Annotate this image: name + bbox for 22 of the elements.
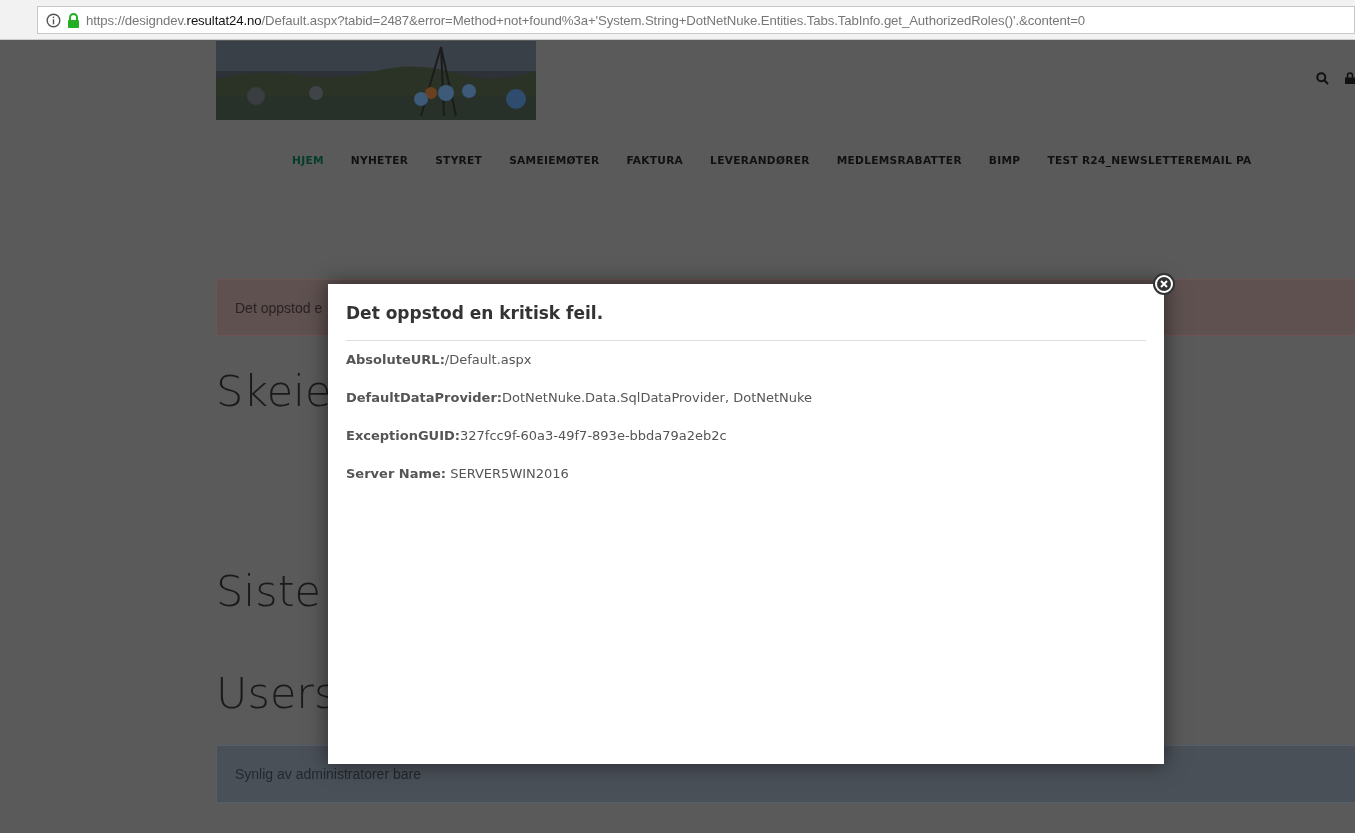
detail-text: Server Name: SERVER5WIN2016 <box>346 465 570 483</box>
lock-icon[interactable] <box>1345 72 1355 84</box>
nav-link[interactable]: TEST R24_NEWSLETTEREMAIL PA <box>1047 154 1252 166</box>
nav-link[interactable]: BIMP <box>988 154 1021 166</box>
section-heading: Skeie <box>216 370 332 413</box>
nav-link[interactable]: SAMEIEMØTER <box>509 154 600 166</box>
nav-link[interactable]: HJEM <box>292 154 324 166</box>
nav-link[interactable]: MEDLEMSRABATTER <box>836 154 962 166</box>
address-field[interactable]: https://designdev.resultat24.no/Default.aspx?tabid=2487&error=Method+not+found%3a+'System.String+DotNetNuke.Entities.Tabs.TabInfo.get_AuthorizedRoles()'.&content=0 <box>37 6 1355 34</box>
detail-text: ExceptionGUID:327fcc9f-60a3-49f7-893e-bbda79a2eb2c <box>346 427 728 445</box>
dialog-title: Det oppstod en kritisk feil. <box>346 303 1146 341</box>
info-icon[interactable] <box>46 12 61 28</box>
close-icon[interactable] <box>1153 273 1175 295</box>
detail-text: DefaultDataProvider:DotNetNuke.Data.SqlDataProvider, DotNetNuke <box>346 389 814 407</box>
search-icon[interactable] <box>1316 72 1329 85</box>
url-text: https://designdev.resultat24.no/Default.aspx?tabid=2487&error=Method+not+found%3a+'System.String+DotNetNuke.Entities.Tabs.TabInfo.get_AuthorizedRoles()'.&content=0 <box>86 12 1086 28</box>
section-heading: Siste <box>216 570 321 613</box>
nav-link[interactable]: FAKTURA <box>626 154 684 166</box>
detail-text: AbsoluteURL:/Default.aspx <box>346 351 533 369</box>
nav-link[interactable]: LEVERANDØRER <box>710 154 810 166</box>
nav-link[interactable]: STYRET <box>435 154 483 166</box>
nav-link[interactable]: NYHETER <box>350 154 409 166</box>
